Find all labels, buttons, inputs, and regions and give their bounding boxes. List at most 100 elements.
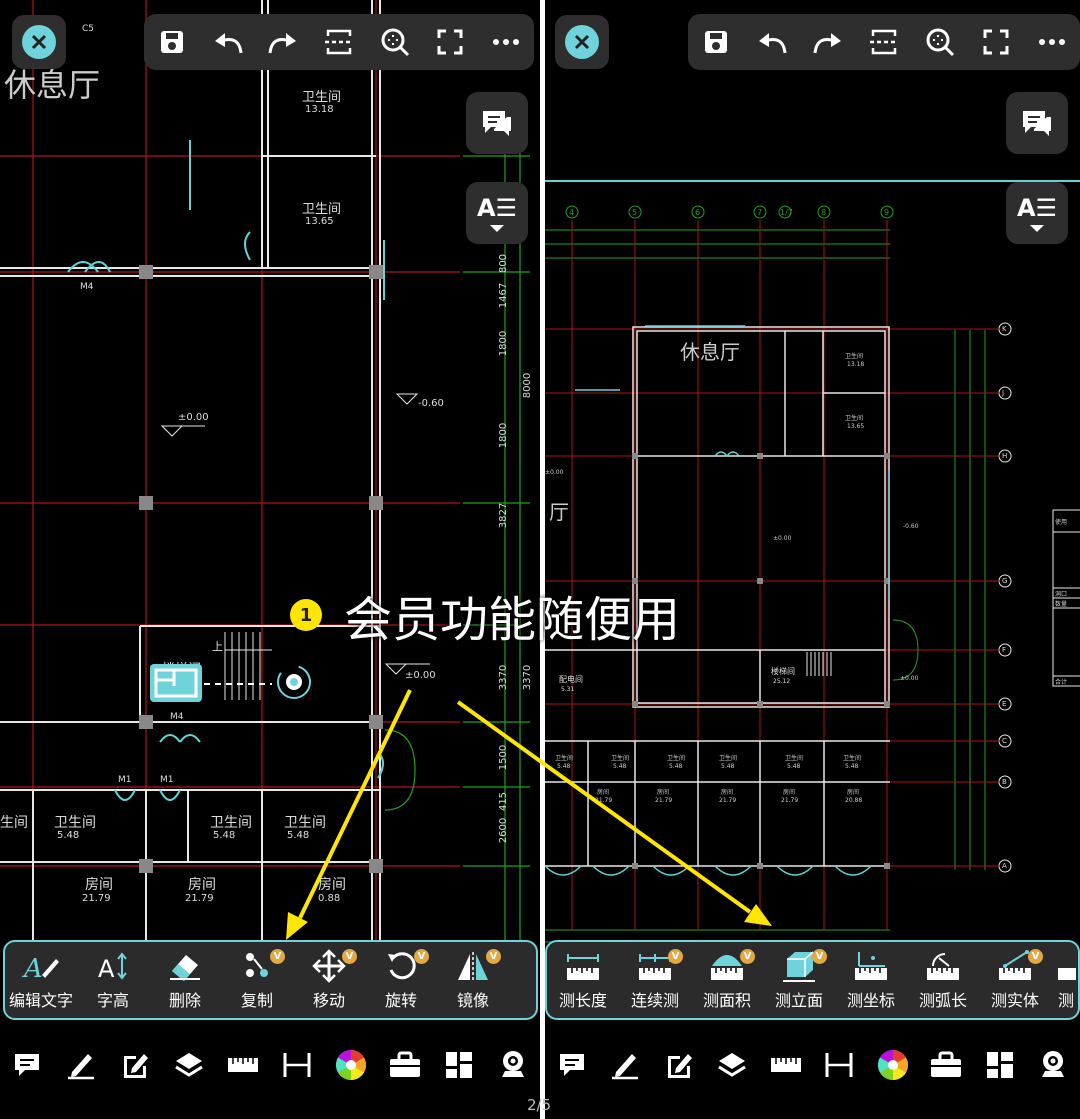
svg-text:6: 6 xyxy=(695,208,700,217)
svg-text:卫生间: 卫生间 xyxy=(845,352,863,360)
room-area: 21.79 xyxy=(185,893,214,904)
tool-move[interactable]: V 移动 xyxy=(293,943,365,1017)
edit-tool-strip: A 编辑文字 A 字高 删除 V 复制 V 移动 V 旋转 V 镜像 xyxy=(3,940,538,1020)
copy-icon xyxy=(242,949,272,983)
axis-label: C xyxy=(1002,737,1007,745)
dimension-icon[interactable] xyxy=(814,1040,864,1090)
rotate-handle[interactable] xyxy=(200,660,320,710)
save-icon[interactable] xyxy=(694,20,738,64)
measure-tool-strip: 测长度 V 连续测 V 测面积 V 测立面 测坐标 测弧长 V 测实体 测 xyxy=(545,940,1080,1020)
svg-text:房间: 房间 xyxy=(847,788,859,796)
fullscreen-icon[interactable] xyxy=(428,20,472,64)
toolbox-icon[interactable] xyxy=(921,1040,971,1090)
edit-icon[interactable] xyxy=(110,1040,160,1090)
svg-text:±0.00: ±0.00 xyxy=(773,535,792,542)
wc-label: 卫生间 xyxy=(302,202,342,217)
scanner-icon[interactable] xyxy=(1028,1040,1078,1090)
ruler-icon[interactable] xyxy=(761,1040,811,1090)
tool-label: 编辑文字 xyxy=(8,991,73,1010)
tool-copy[interactable]: V 复制 xyxy=(221,943,293,1017)
undo-icon[interactable] xyxy=(750,20,794,64)
room-label: 房间 xyxy=(188,877,216,893)
page-indicator: 2/5 xyxy=(527,1096,552,1114)
tool-text-height[interactable]: A 字高 xyxy=(77,943,149,1017)
tool-edit-text[interactable]: A 编辑文字 xyxy=(5,943,77,1017)
svg-text:13.65: 13.65 xyxy=(847,423,864,430)
dimension-icon[interactable] xyxy=(272,1040,322,1090)
close-button[interactable] xyxy=(12,15,66,69)
scan-icon[interactable] xyxy=(862,20,906,64)
measure-more-icon xyxy=(1056,949,1076,983)
eraser-icon xyxy=(168,949,202,983)
text-style-button[interactable]: A☰ xyxy=(1006,182,1068,244)
promo-text: 会员功能随便用 xyxy=(344,592,681,648)
room-area: 0.88 xyxy=(318,893,341,904)
tool-rotate[interactable]: V 旋转 xyxy=(365,943,437,1017)
tool-mirror[interactable]: V 镜像 xyxy=(437,943,509,1017)
wc-area: 5.48 xyxy=(57,830,80,841)
tool-delete[interactable]: 删除 xyxy=(149,943,221,1017)
scan-icon[interactable] xyxy=(317,20,361,64)
comment-icon[interactable] xyxy=(547,1040,597,1090)
comment-icon[interactable] xyxy=(2,1040,52,1090)
bottom-toolbar xyxy=(545,1030,1080,1100)
more-icon[interactable] xyxy=(1030,20,1074,64)
layers-icon[interactable] xyxy=(707,1040,757,1090)
close-button[interactable] xyxy=(555,15,609,69)
tool-measure-area[interactable]: V 测面积 xyxy=(691,943,763,1017)
vip-badge: V xyxy=(270,949,285,964)
redo-icon[interactable] xyxy=(806,20,850,64)
comment-panel-button[interactable] xyxy=(466,92,528,154)
color-wheel-icon[interactable] xyxy=(326,1040,376,1090)
tool-label: 测坐标 xyxy=(846,991,895,1010)
grid-icon[interactable] xyxy=(434,1040,484,1090)
svg-text:4: 4 xyxy=(569,208,574,217)
save-icon[interactable] xyxy=(150,20,194,64)
tool-measure-arc[interactable]: 测弧长 xyxy=(907,943,979,1017)
axis-label: E xyxy=(1002,700,1007,708)
tool-measure-more[interactable]: 测 xyxy=(1051,943,1078,1017)
fullscreen-icon[interactable] xyxy=(974,20,1018,64)
svg-text:卫生间: 卫生间 xyxy=(785,754,803,762)
svg-text:房间: 房间 xyxy=(597,788,609,796)
redo-icon[interactable] xyxy=(261,20,305,64)
tool-measure-length[interactable]: 测长度 xyxy=(547,943,619,1017)
close-icon xyxy=(565,25,599,59)
tool-measure-coordinate[interactable]: 测坐标 xyxy=(835,943,907,1017)
dimension-label: 1800 xyxy=(498,422,510,449)
zoom-icon[interactable] xyxy=(373,20,417,64)
ruler-icon[interactable] xyxy=(218,1040,268,1090)
vip-badge: V xyxy=(740,949,755,964)
layers-icon[interactable] xyxy=(164,1040,214,1090)
grid-icon[interactable] xyxy=(975,1040,1025,1090)
zoom-icon[interactable] xyxy=(918,20,962,64)
dimension-label: 1467 xyxy=(498,282,510,309)
svg-text:±0.00: ±0.00 xyxy=(900,675,919,682)
scanner-icon[interactable] xyxy=(488,1040,538,1090)
measure-arc-icon xyxy=(925,949,961,983)
comment-panel-button[interactable] xyxy=(1006,92,1068,154)
svg-text:房间: 房间 xyxy=(783,788,795,796)
pen-icon[interactable] xyxy=(600,1040,650,1090)
level-label: ±0.00 xyxy=(178,412,209,423)
svg-text:1/7: 1/7 xyxy=(780,208,793,217)
dimension-label: 8000 xyxy=(522,372,534,399)
move-icon xyxy=(312,949,346,983)
tool-measure-continuous[interactable]: V 连续测 xyxy=(619,943,691,1017)
text-style-button[interactable]: A☰ xyxy=(466,182,528,244)
toolbox-icon[interactable] xyxy=(380,1040,430,1090)
edit-icon[interactable] xyxy=(654,1040,704,1090)
top-toolbar xyxy=(144,14,534,70)
selection-handle[interactable] xyxy=(150,664,202,702)
more-icon[interactable] xyxy=(484,20,528,64)
tool-label: 删除 xyxy=(168,991,201,1010)
dimension-label: 3827 xyxy=(498,502,510,529)
tool-measure-entity[interactable]: V 测实体 xyxy=(979,943,1051,1017)
tool-measure-elevation[interactable]: V 测立面 xyxy=(763,943,835,1017)
hall-label: 厅 xyxy=(549,500,569,524)
svg-text:5.48: 5.48 xyxy=(557,763,571,770)
wc-area: 5.48 xyxy=(213,830,236,841)
color-wheel-icon[interactable] xyxy=(868,1040,918,1090)
pen-icon[interactable] xyxy=(56,1040,106,1090)
undo-icon[interactable] xyxy=(206,20,250,64)
